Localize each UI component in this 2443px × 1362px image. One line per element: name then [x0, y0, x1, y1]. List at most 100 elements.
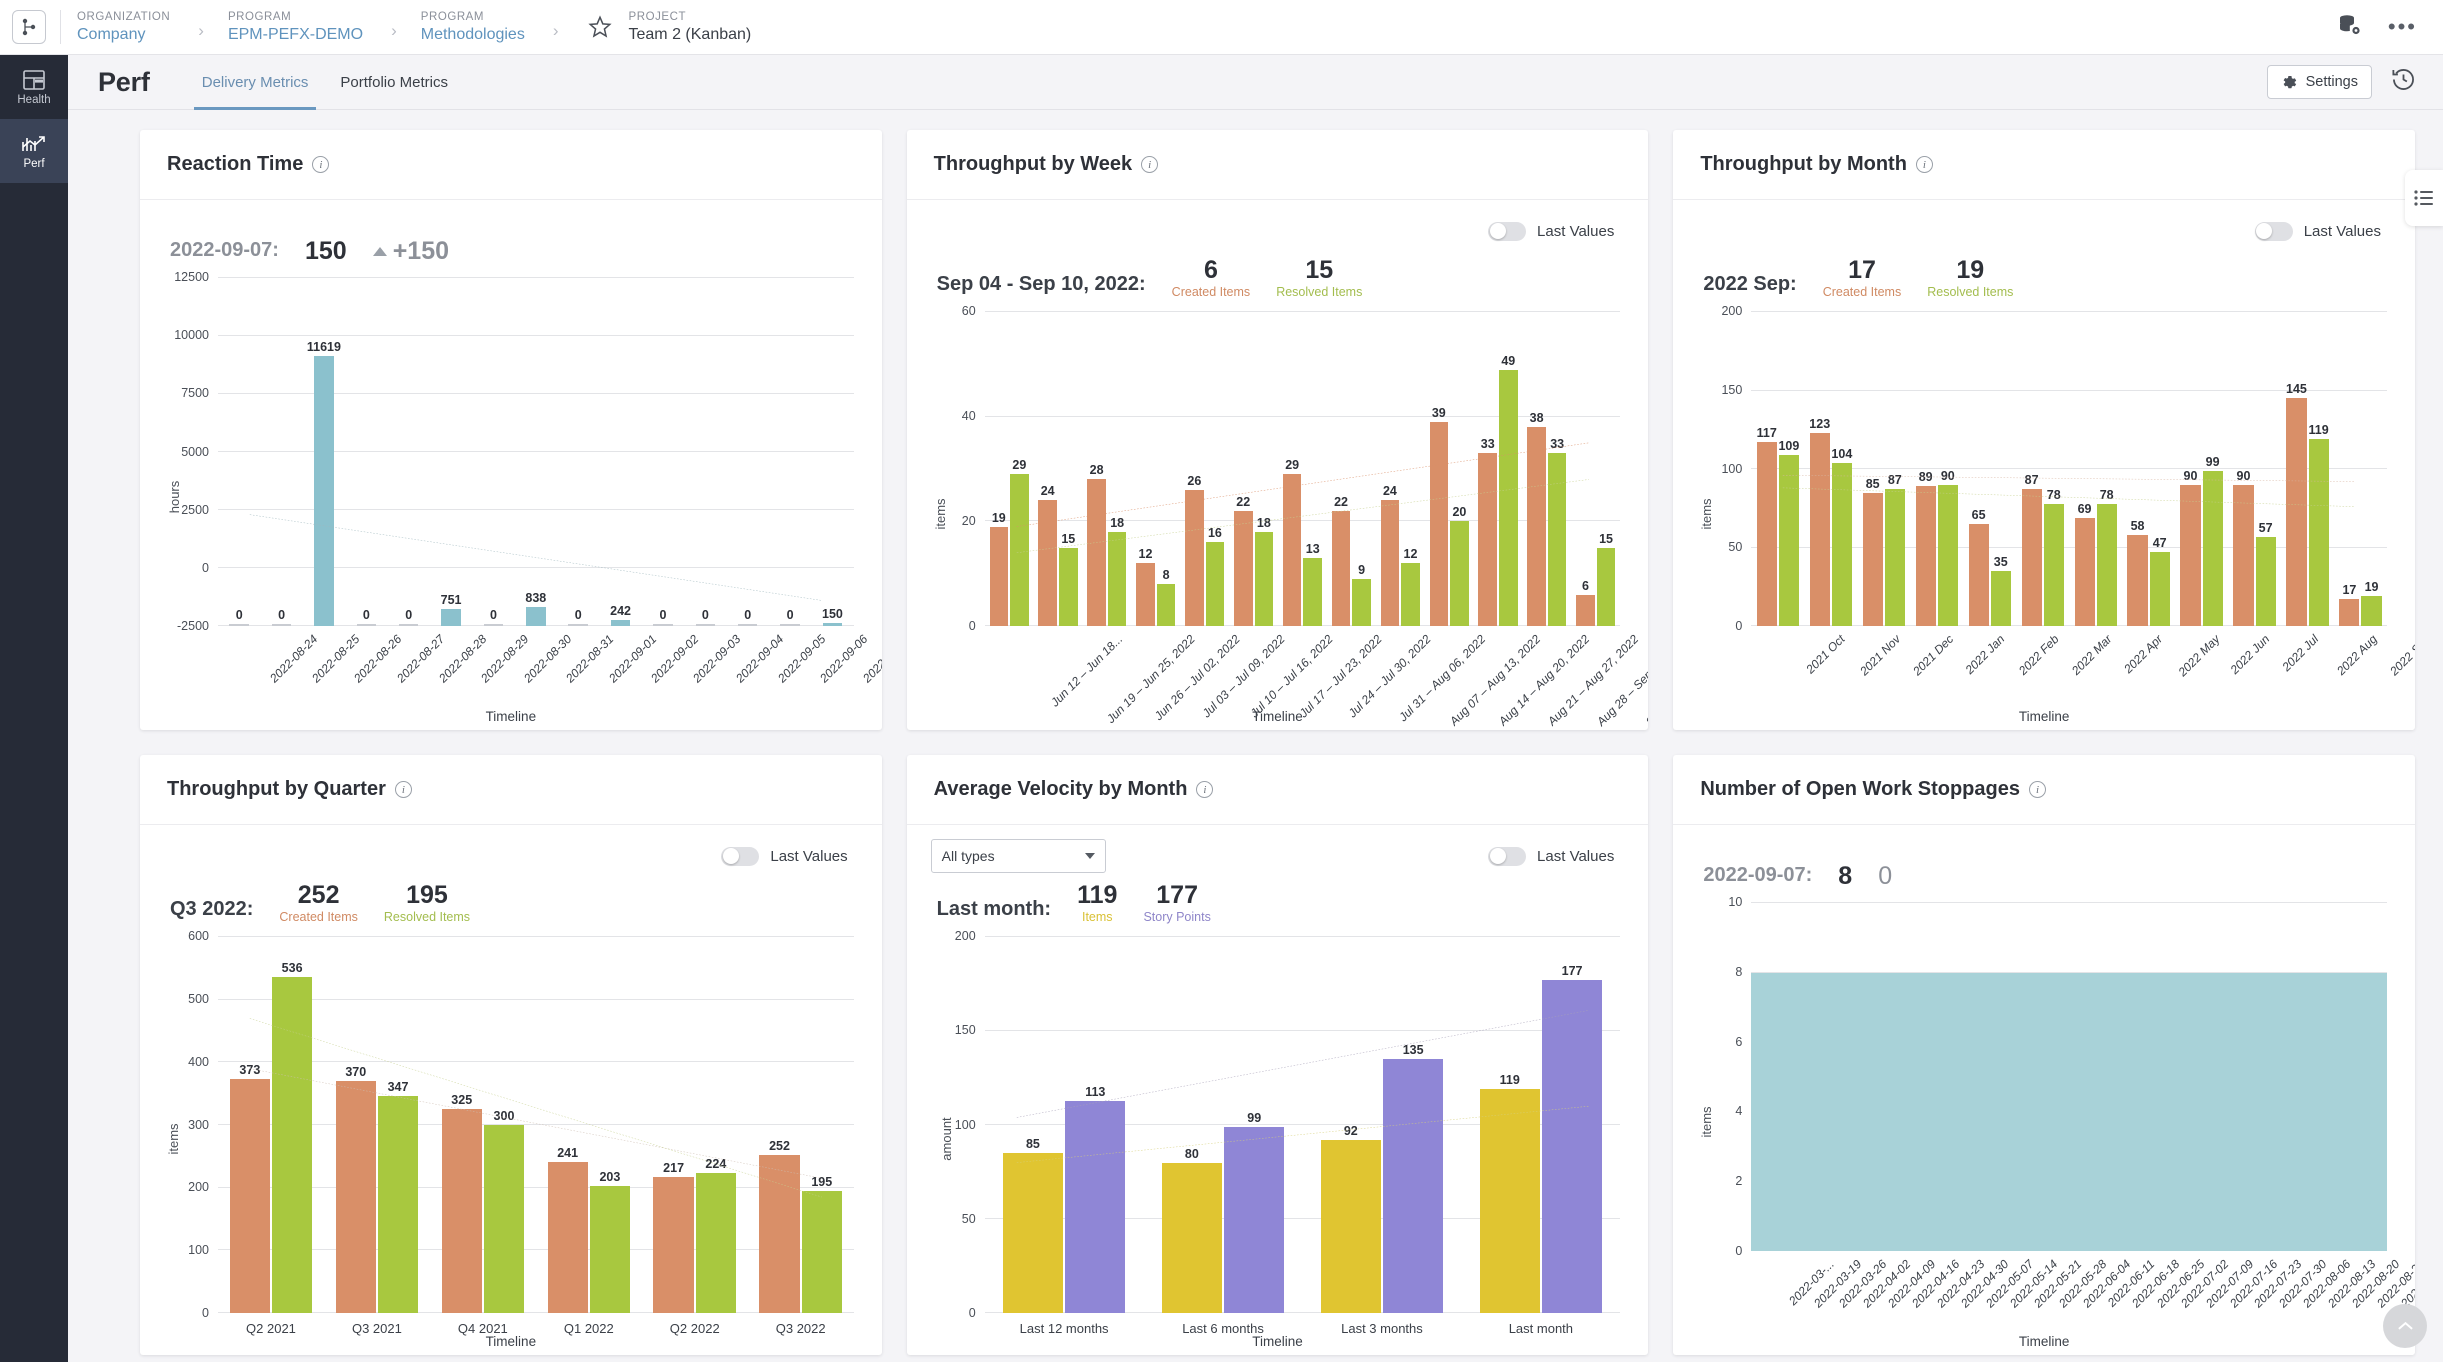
sidebar-item-perf[interactable]: Perf — [0, 119, 68, 183]
info-icon[interactable]: i — [1141, 156, 1158, 173]
bar[interactable]: 8 — [1157, 584, 1176, 626]
bar[interactable]: 838 — [526, 607, 545, 626]
bar[interactable]: 536 — [272, 977, 312, 1313]
bar[interactable]: 117 — [1757, 442, 1777, 626]
bar[interactable]: 85 — [1863, 493, 1883, 626]
info-icon[interactable]: i — [395, 781, 412, 798]
bar[interactable]: 87 — [1885, 489, 1905, 626]
bar[interactable]: 19 — [990, 527, 1009, 626]
bar[interactable]: 123 — [1810, 433, 1830, 626]
bar[interactable]: 99 — [1224, 1127, 1284, 1313]
breadcrumb-item-organization[interactable]: ORGANIZATION Company — [75, 0, 172, 55]
bar[interactable]: 17 — [2339, 599, 2359, 626]
bar[interactable]: 89 — [1916, 486, 1936, 626]
bar[interactable]: 20 — [1450, 521, 1469, 626]
bar[interactable]: 38 — [1527, 427, 1546, 626]
type-filter-select[interactable]: All types — [931, 839, 1106, 873]
bar[interactable]: 12 — [1401, 563, 1420, 626]
more-dots-icon[interactable]: ••• — [2388, 22, 2417, 32]
bar[interactable]: 370 — [336, 1081, 376, 1313]
tab-delivery-metrics[interactable]: Delivery Metrics — [186, 55, 325, 110]
bar[interactable]: 16 — [1206, 542, 1225, 626]
bar[interactable]: 22 — [1234, 511, 1253, 626]
bar[interactable]: 203 — [590, 1186, 630, 1313]
favorite-star-icon[interactable] — [587, 14, 613, 40]
bar[interactable]: 35 — [1991, 571, 2011, 626]
bar[interactable]: 24 — [1381, 500, 1400, 626]
bar[interactable]: 19 — [2361, 596, 2381, 626]
bar[interactable]: 92 — [1321, 1140, 1381, 1313]
bar[interactable]: 49 — [1499, 370, 1518, 626]
bar[interactable]: 224 — [696, 1173, 736, 1313]
bar[interactable]: 15 — [1597, 548, 1616, 627]
bar[interactable]: 90 — [1938, 485, 1958, 626]
bar[interactable]: 195 — [802, 1191, 842, 1313]
bar[interactable]: 300 — [484, 1125, 524, 1313]
bar[interactable]: 12 — [1136, 563, 1155, 626]
info-icon[interactable]: i — [2029, 781, 2046, 798]
bar[interactable]: 69 — [2075, 518, 2095, 626]
breadcrumb-item-program-1[interactable]: PROGRAM EPM-PEFX-DEMO — [226, 0, 365, 55]
bar[interactable]: 90 — [2180, 485, 2200, 626]
bar[interactable]: 87 — [2022, 489, 2042, 626]
breadcrumb-value[interactable]: Methodologies — [421, 25, 525, 45]
bar[interactable]: 9 — [1352, 579, 1371, 626]
bar[interactable]: 22 — [1332, 511, 1351, 626]
scroll-to-top-button[interactable] — [2383, 1304, 2427, 1348]
bar[interactable]: 119 — [2309, 439, 2329, 626]
settings-button[interactable]: Settings — [2267, 65, 2372, 99]
bar[interactable]: 26 — [1185, 490, 1204, 626]
bar[interactable]: 252 — [759, 1155, 799, 1313]
bar[interactable]: 18 — [1108, 532, 1127, 626]
bar[interactable]: 99 — [2203, 471, 2223, 626]
bar[interactable]: 6 — [1576, 595, 1595, 626]
bar[interactable]: 325 — [442, 1109, 482, 1313]
info-icon[interactable]: i — [312, 156, 329, 173]
app-logo-icon[interactable] — [12, 10, 46, 44]
bar[interactable]: 241 — [548, 1162, 588, 1313]
info-icon[interactable]: i — [1916, 156, 1933, 173]
bar[interactable]: 65 — [1969, 524, 1989, 626]
bar[interactable]: 11619 — [314, 356, 333, 626]
bar[interactable]: 29 — [1283, 474, 1302, 626]
bar[interactable]: 113 — [1065, 1101, 1125, 1313]
breadcrumb-item-program-2[interactable]: PROGRAM Methodologies — [419, 0, 527, 55]
bar[interactable]: 347 — [378, 1096, 418, 1313]
bar[interactable]: 78 — [2044, 504, 2064, 626]
sidebar-item-health[interactable]: Health — [0, 55, 68, 119]
bar[interactable]: 751 — [441, 609, 460, 626]
last-values-toggle[interactable] — [1488, 847, 1526, 866]
tab-portfolio-metrics[interactable]: Portfolio Metrics — [324, 55, 464, 110]
bar[interactable]: 57 — [2256, 537, 2276, 626]
bar[interactable]: 15 — [1059, 548, 1078, 627]
bar[interactable]: 90 — [2233, 485, 2253, 626]
bar[interactable]: 109 — [1779, 455, 1799, 626]
bar[interactable]: 177 — [1542, 980, 1602, 1313]
breadcrumb-item-project[interactable]: PROJECT Team 2 (Kanban) — [627, 0, 754, 55]
history-clock-icon[interactable] — [2390, 66, 2417, 98]
database-gear-icon[interactable] — [2336, 13, 2362, 42]
bar[interactable]: 373 — [230, 1079, 270, 1313]
bar[interactable]: 78 — [2097, 504, 2117, 626]
bar[interactable]: 145 — [2286, 398, 2306, 626]
bar[interactable]: 135 — [1383, 1059, 1443, 1313]
bar[interactable]: 13 — [1303, 558, 1322, 626]
bar[interactable]: 28 — [1087, 479, 1106, 626]
side-panel-toggle[interactable] — [2405, 170, 2443, 226]
breadcrumb-value[interactable]: EPM-PEFX-DEMO — [228, 25, 363, 45]
last-values-toggle[interactable] — [1488, 222, 1526, 241]
bar[interactable]: 217 — [653, 1177, 693, 1313]
bar[interactable]: 33 — [1478, 453, 1497, 626]
bar[interactable]: 39 — [1430, 422, 1449, 626]
bar[interactable]: 119 — [1480, 1089, 1540, 1313]
bar[interactable]: 85 — [1003, 1153, 1063, 1313]
last-values-toggle[interactable] — [2255, 222, 2293, 241]
bar[interactable]: 33 — [1548, 453, 1567, 626]
breadcrumb-value[interactable]: Company — [77, 25, 170, 45]
bar[interactable]: 18 — [1255, 532, 1274, 626]
bar[interactable]: 29 — [1010, 474, 1029, 626]
bar[interactable]: 104 — [1832, 463, 1852, 626]
info-icon[interactable]: i — [1196, 781, 1213, 798]
bar[interactable]: 58 — [2127, 535, 2147, 626]
bar[interactable]: 80 — [1162, 1163, 1222, 1313]
